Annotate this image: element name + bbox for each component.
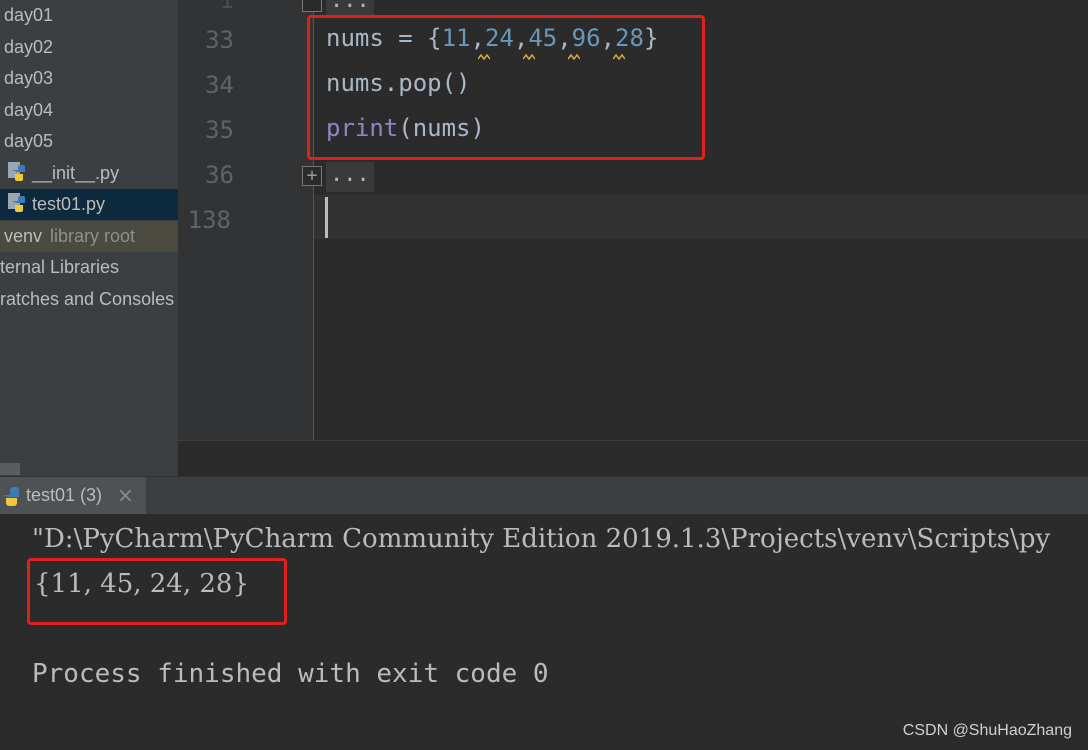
line-number: 35 <box>205 116 234 144</box>
watermark: CSDN @ShuHaoZhang <box>902 722 1072 739</box>
editor-bottom-bar <box>178 440 1088 477</box>
library-root-label: library root <box>50 226 136 246</box>
line-gutter: 1 33 34 35 36 138 <box>178 0 314 440</box>
folded-code-placeholder[interactable]: ... <box>326 162 374 192</box>
run-tab-test01[interactable]: test01 (3) × <box>0 477 146 515</box>
close-icon[interactable]: × <box>117 483 134 507</box>
tree-item-day05[interactable]: day05 <box>4 126 53 157</box>
line-number: 33 <box>205 26 234 54</box>
highlight-box-code <box>307 15 705 160</box>
line-number: 34 <box>205 71 234 99</box>
line-number: 138 <box>187 206 231 234</box>
python-run-icon <box>0 485 20 511</box>
python-file-icon <box>6 161 28 183</box>
tree-item-scratches[interactable]: ratches and Consoles <box>0 284 174 315</box>
fold-toggle[interactable]: + <box>302 166 322 186</box>
highlight-box-output <box>27 558 287 625</box>
line-number: 36 <box>205 161 234 189</box>
fold-toggle[interactable] <box>302 0 322 12</box>
run-toolbar: test01 (3) × <box>0 476 1088 515</box>
console-exit-message: Process finished with exit code 0 <box>32 659 549 689</box>
code-editor[interactable]: 1 33 34 35 36 138 ... nums = {11,24,45,9… <box>178 0 1088 440</box>
tree-item-day03[interactable]: day03 <box>4 63 53 94</box>
tree-item-test01-py[interactable]: test01.py <box>0 189 178 220</box>
run-tab-label: test01 (3) <box>26 485 103 505</box>
tree-item-init-py[interactable]: __init__.py <box>6 158 119 189</box>
tree-item-day01[interactable]: day01 <box>4 0 53 31</box>
project-tree: day01 day02 day03 day04 day05 __init__.p… <box>0 0 178 476</box>
tree-item-venv[interactable]: venv library root <box>0 221 178 252</box>
tree-item-day02[interactable]: day02 <box>4 32 53 63</box>
tree-item-external-libraries[interactable]: ternal Libraries <box>0 252 119 283</box>
console-command-line: "D:\PyCharm\PyCharm Community Edition 20… <box>32 524 1051 554</box>
line-number: 1 <box>219 0 234 14</box>
run-console[interactable]: "D:\PyCharm\PyCharm Community Edition 20… <box>0 514 1088 750</box>
sidebar-scrollbar[interactable] <box>0 463 20 475</box>
text-caret <box>325 197 328 238</box>
current-line-highlight <box>314 195 1088 239</box>
python-file-icon <box>6 192 28 214</box>
tree-item-day04[interactable]: day04 <box>4 95 53 126</box>
